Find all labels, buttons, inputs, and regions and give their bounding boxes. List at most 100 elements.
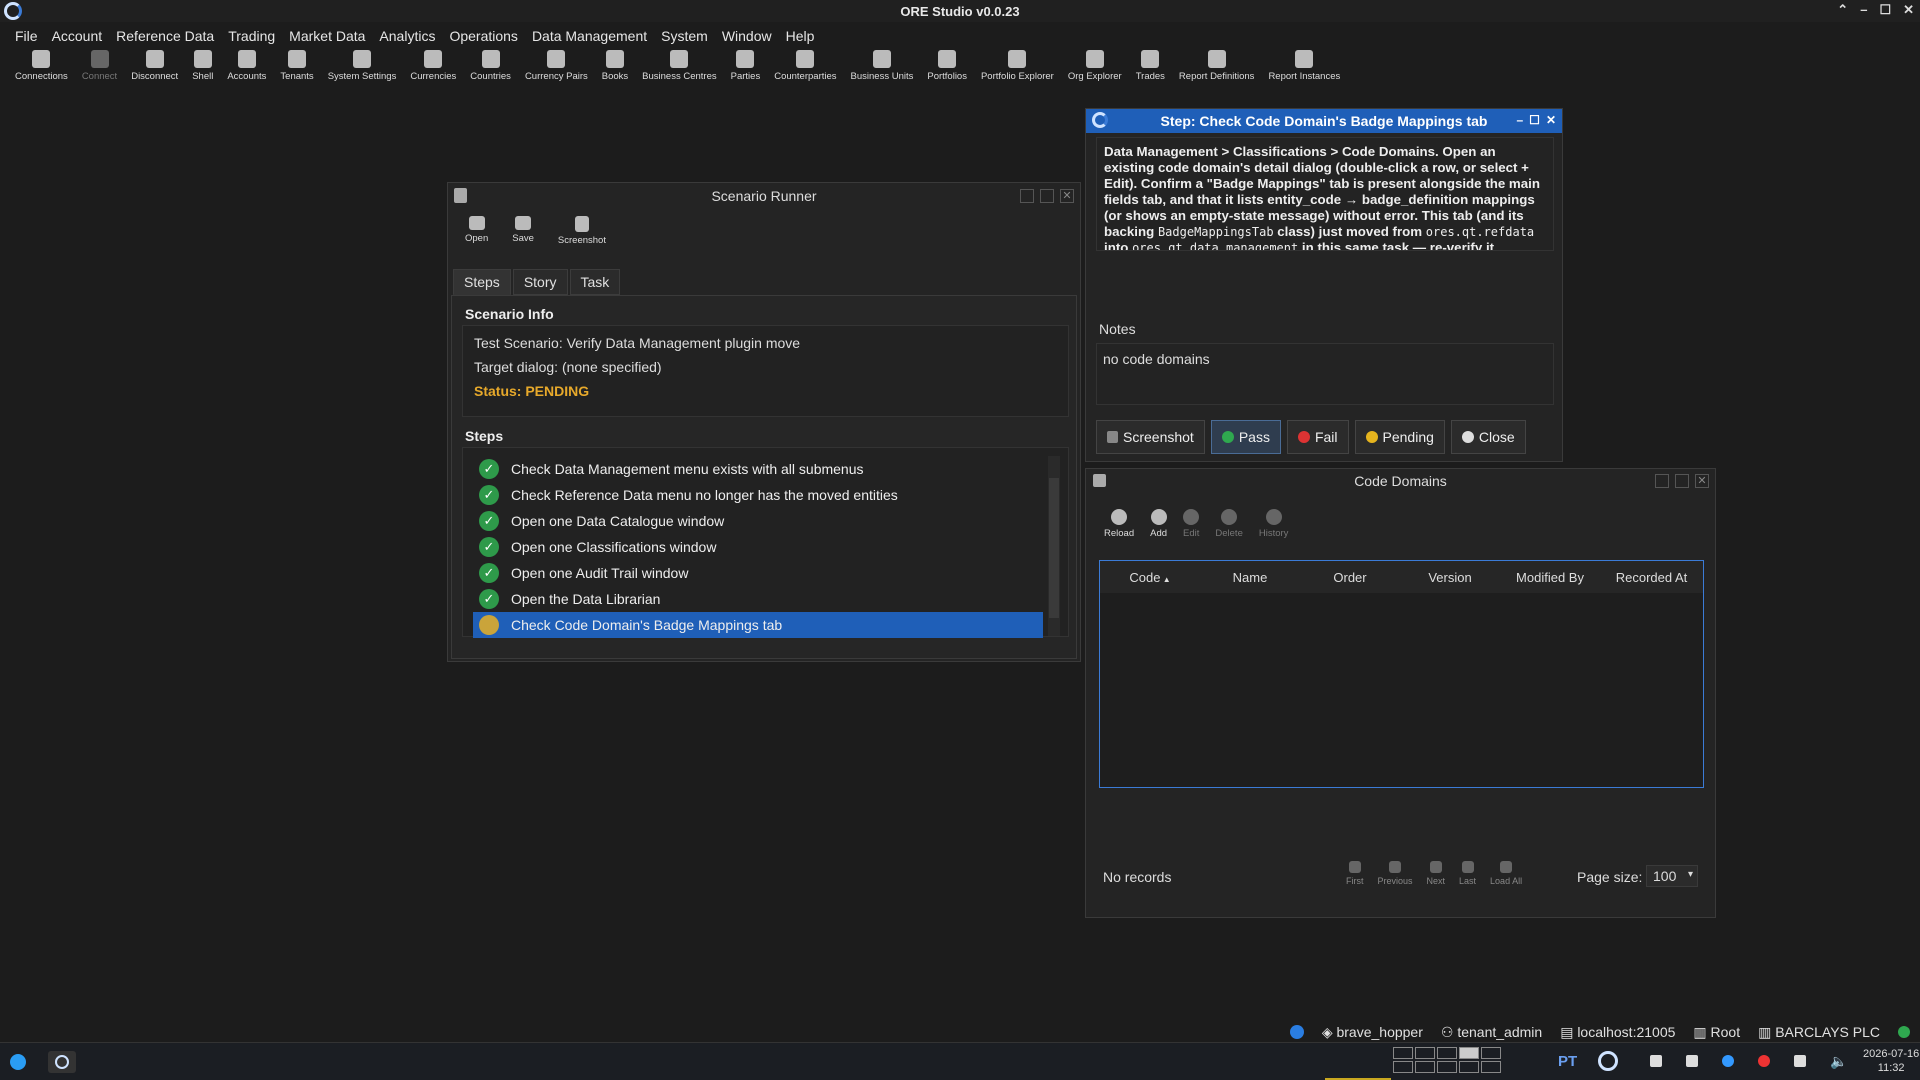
maximize-icon[interactable]	[1040, 189, 1054, 203]
scrollbar-thumb[interactable]	[1049, 478, 1059, 618]
toolbar-business-centres-button[interactable]: Business Centres	[635, 50, 723, 82]
menu-file[interactable]: File	[8, 28, 45, 44]
list-item[interactable]: ✓ Check Data Management menu exists with …	[473, 456, 1043, 482]
history-button[interactable]: History	[1255, 509, 1293, 539]
restore-icon[interactable]: ⌃	[1837, 2, 1848, 18]
list-item[interactable]: ✓ Open one Classifications window	[473, 534, 1043, 560]
close-icon[interactable]: ✕	[1546, 113, 1556, 127]
reload-button[interactable]: Reload	[1100, 509, 1138, 539]
portfolio-explorer-icon	[1008, 50, 1027, 68]
toolbar-accounts-button[interactable]: Accounts	[220, 50, 273, 82]
menu-system[interactable]: System	[654, 28, 715, 44]
tray-ore-icon[interactable]	[1598, 1051, 1618, 1071]
minimize-icon[interactable]: –	[1516, 113, 1523, 127]
steps-scrollbar[interactable]	[1048, 456, 1060, 636]
clock[interactable]: 2026-07-16 11:32	[1863, 1047, 1919, 1075]
minimize-icon[interactable]	[1020, 189, 1034, 203]
toolbar-parties-button[interactable]: Parties	[724, 50, 768, 82]
list-item[interactable]: ✓ Check Reference Data menu no longer has…	[473, 482, 1043, 508]
pending-button[interactable]: Pending	[1354, 420, 1445, 454]
toolbar-report-instances-button[interactable]: Report Instances	[1261, 50, 1347, 82]
power-icon[interactable]	[1758, 1055, 1770, 1067]
toolbar-shell-button[interactable]: Shell	[185, 50, 220, 82]
column-code[interactable]: Code ▲	[1100, 570, 1200, 585]
list-item[interactable]: ✓ Open one Audit Trail window	[473, 560, 1043, 586]
menu-operations[interactable]: Operations	[442, 28, 524, 44]
toolbar-counterparties-button[interactable]: Counterparties	[767, 50, 843, 82]
minimize-icon[interactable]: –	[1860, 2, 1867, 18]
pass-button[interactable]: Pass	[1210, 420, 1281, 454]
menu-analytics[interactable]: Analytics	[372, 28, 442, 44]
maximize-icon[interactable]: ☐	[1879, 2, 1891, 18]
close-icon[interactable]: ✕	[1060, 189, 1074, 203]
code-domains-table[interactable]: Code ▲ Name Order Version Modified By Recorde…	[1099, 560, 1704, 788]
fail-button[interactable]: Fail	[1286, 420, 1349, 454]
notes-field[interactable]: no code domains	[1096, 343, 1554, 405]
toolbar-books-button[interactable]: Books	[595, 50, 635, 82]
list-item[interactable]: Check Code Domain's Badge Mappings tab	[473, 612, 1043, 638]
toolbar-disconnect-button[interactable]: Disconnect	[124, 50, 185, 82]
next-page-button[interactable]: Next	[1427, 861, 1445, 886]
save-button[interactable]: Save	[505, 216, 541, 246]
toolbar-trades-button[interactable]: Trades	[1129, 50, 1172, 82]
column-order[interactable]: Order	[1300, 570, 1400, 585]
virtual-desktops[interactable]	[1393, 1047, 1501, 1073]
toolbar-connect-button[interactable]: Connect	[75, 50, 124, 82]
edit-button[interactable]: Edit	[1179, 509, 1203, 539]
list-item[interactable]: ✓ Open the Data Librarian	[473, 586, 1043, 612]
toolbar-business-units-button[interactable]: Business Units	[844, 50, 921, 82]
tab-steps[interactable]: Steps	[453, 269, 511, 295]
menu-account[interactable]: Account	[45, 28, 110, 44]
menu-reference-data[interactable]: Reference Data	[109, 28, 221, 44]
previous-page-button[interactable]: Previous	[1378, 861, 1413, 886]
last-page-button[interactable]: Last	[1459, 861, 1476, 886]
update-icon[interactable]	[1722, 1055, 1734, 1067]
page-size-label: Page size:	[1577, 869, 1643, 885]
menu-market-data[interactable]: Market Data	[282, 28, 372, 44]
menu-window[interactable]: Window	[715, 28, 779, 44]
close-icon[interactable]: ✕	[1903, 2, 1914, 18]
tab-story[interactable]: Story	[512, 269, 568, 295]
column-recorded-at[interactable]: Recorded At	[1600, 570, 1703, 585]
close-button[interactable]: Close	[1450, 420, 1526, 454]
currency-pairs-icon	[547, 50, 566, 68]
volume-icon[interactable]: 🔈	[1830, 1053, 1847, 1070]
tab-task[interactable]: Task	[569, 269, 621, 295]
step-dialog-title: Step: Check Code Domain's Badge Mappings…	[1160, 113, 1488, 129]
toolbar-currency-pairs-button[interactable]: Currency Pairs	[518, 50, 595, 82]
delete-button[interactable]: Delete	[1211, 509, 1246, 539]
column-name[interactable]: Name	[1200, 570, 1300, 585]
toolbar-currencies-button[interactable]: Currencies	[403, 50, 463, 82]
screenshot-button[interactable]: Screenshot	[1096, 420, 1205, 454]
toolbar-org-explorer-button[interactable]: Org Explorer	[1061, 50, 1129, 82]
first-page-button[interactable]: First	[1346, 861, 1364, 886]
taskbar-app-ore-studio[interactable]	[48, 1051, 76, 1073]
list-item[interactable]: ✓ Open one Data Catalogue window	[473, 508, 1043, 534]
toolbar-connections-button[interactable]: Connections	[8, 50, 75, 82]
page-size-select[interactable]: 100 ▾	[1646, 865, 1698, 887]
start-menu-icon[interactable]	[10, 1054, 26, 1070]
network-icon[interactable]	[1686, 1055, 1698, 1067]
close-icon[interactable]: ✕	[1695, 474, 1709, 488]
toolbar-report-definitions-button[interactable]: Report Definitions	[1172, 50, 1262, 82]
column-version[interactable]: Version	[1400, 570, 1500, 585]
open-button[interactable]: Open	[458, 216, 495, 246]
screenshot-button[interactable]: Screenshot	[551, 216, 613, 246]
menu-help[interactable]: Help	[779, 28, 822, 44]
maximize-icon[interactable]	[1675, 474, 1689, 488]
maximize-icon[interactable]: ☐	[1529, 113, 1540, 127]
bluetooth-icon[interactable]	[1794, 1055, 1806, 1067]
lock-icon[interactable]	[1650, 1055, 1662, 1067]
toolbar-tenants-button[interactable]: Tenants	[273, 50, 320, 82]
menu-data-management[interactable]: Data Management	[525, 28, 654, 44]
toolbar-system-settings-button[interactable]: System Settings	[321, 50, 404, 82]
load-all-page-button[interactable]: Load All	[1490, 861, 1522, 886]
menu-trading[interactable]: Trading	[221, 28, 282, 44]
column-modified-by[interactable]: Modified By	[1500, 570, 1600, 585]
toolbar-portfolios-button[interactable]: Portfolios	[920, 50, 974, 82]
toolbar-portfolio-explorer-button[interactable]: Portfolio Explorer	[974, 50, 1061, 82]
add-button[interactable]: Add	[1146, 509, 1171, 539]
minimize-icon[interactable]	[1655, 474, 1669, 488]
keyboard-layout[interactable]: PT	[1558, 1053, 1577, 1070]
toolbar-countries-button[interactable]: Countries	[463, 50, 518, 82]
